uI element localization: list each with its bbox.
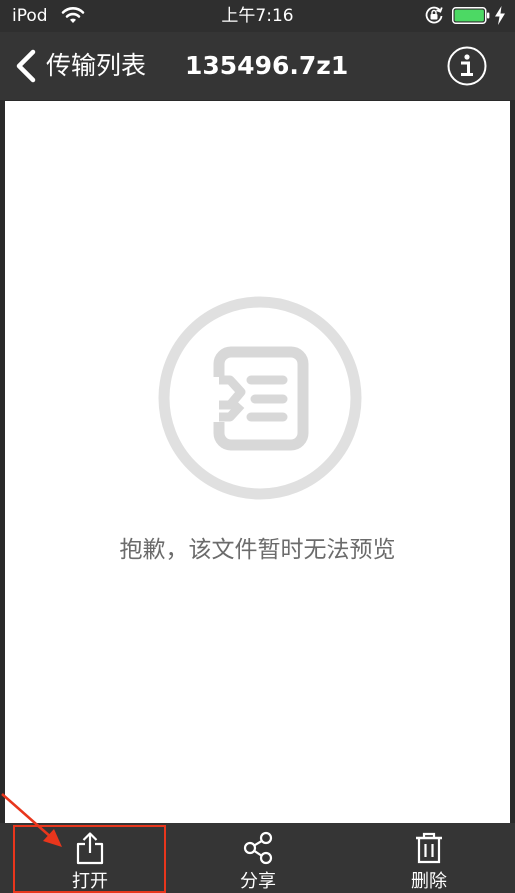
delete-button-label: 删除 [411,871,447,892]
trash-icon [416,832,442,864]
rotation-lock-icon [425,6,443,24]
chevron-left-icon [16,49,36,83]
preview-area: 抱歉，该文件暂时无法预览 [5,101,510,823]
charging-bolt-icon [495,6,505,25]
share-export-icon [76,832,104,865]
delete-button[interactable]: 删除 [369,823,489,893]
preview-unavailable-message: 抱歉，该文件暂时无法预览 [119,537,396,563]
bottom-toolbar: 打开 分享 删除 [0,823,515,893]
nav-bar: 传输列表 135496.7z1 [0,32,515,100]
share-nodes-icon [243,831,273,865]
info-icon[interactable] [447,46,487,86]
share-button[interactable]: 分享 [198,823,318,893]
back-button[interactable]: 传输列表 [14,48,146,84]
battery-icon [452,7,490,24]
open-button-label: 打开 [72,871,108,892]
status-bar: iPod 上午7:16 [0,0,515,32]
open-button[interactable]: 打开 [30,823,150,893]
document-unavailable-icon [158,296,362,500]
page-title: 135496.7z1 [185,51,349,80]
back-button-label: 传输列表 [46,51,147,80]
share-button-label: 分享 [240,871,276,892]
